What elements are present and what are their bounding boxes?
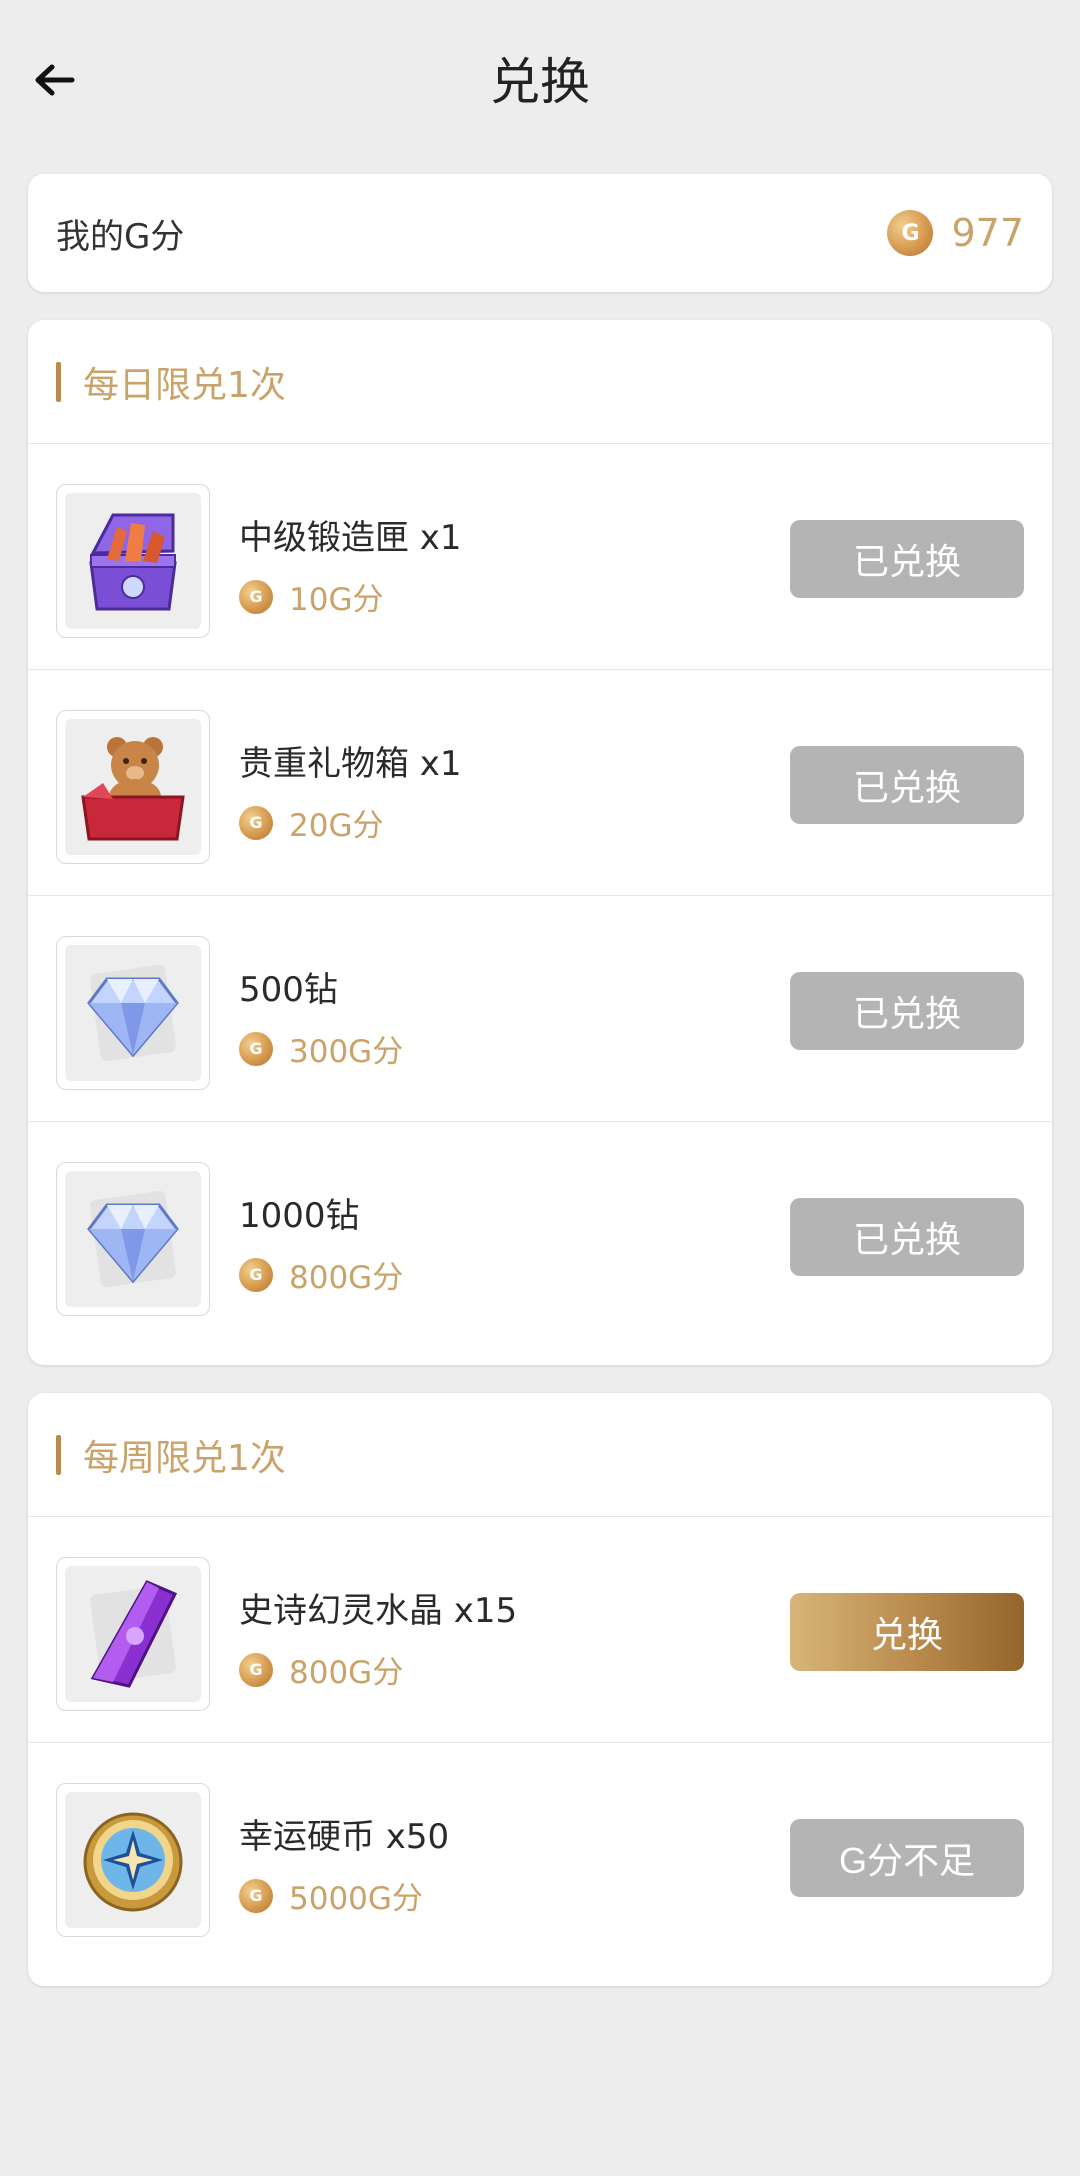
redeemed-button[interactable]: 已兑换 (790, 1198, 1024, 1276)
price-text: 300G分 (289, 1034, 404, 1070)
exchange-page: 兑换 我的G分 G 977 每日限兑1次 中级锻造匣 x1 G 10G分 已兑换… (0, 0, 1080, 2176)
redeemed-button[interactable]: 已兑换 (790, 972, 1024, 1050)
redeemed-button[interactable]: 已兑换 (790, 746, 1024, 824)
item-price: G 300G分 (239, 1026, 403, 1071)
item-price: G 10G分 (239, 574, 383, 619)
item-thumbnail (56, 1783, 210, 1937)
forge-chest-icon (89, 513, 177, 611)
balance-value: 977 (951, 211, 1024, 255)
g-coin-icon: G (239, 1652, 273, 1687)
item-thumbnail (56, 484, 210, 638)
item-name: 中级锻造匣 x1 (239, 518, 462, 558)
g-coin-icon: G (887, 210, 934, 256)
page-title: 兑换 (490, 53, 590, 111)
price-text: 20G分 (289, 808, 384, 844)
weekly-section: 每周限兑1次 史诗幻灵水晶 x15 G 800G分 兑换 幸运硬币 x50 G … (28, 1393, 1052, 1986)
section-title: 每日限兑1次 (83, 364, 286, 406)
item-thumbnail (56, 1162, 210, 1316)
item-name: 500钻 (239, 970, 338, 1010)
item-price: G 20G分 (239, 800, 383, 845)
price-text: 800G分 (289, 1260, 404, 1296)
item-thumbnail (56, 1557, 210, 1711)
price-text: 5000G分 (289, 1881, 423, 1917)
header: 兑换 (0, 0, 1080, 165)
item-name: 贵重礼物箱 x1 (239, 744, 462, 784)
list-item: 贵重礼物箱 x1 G 20G分 已兑换 (28, 670, 1052, 896)
section-header: 每周限兑1次 (28, 1393, 1052, 1517)
g-coin-icon: G (239, 579, 273, 614)
item-thumbnail (56, 710, 210, 864)
item-name: 史诗幻灵水晶 x15 (239, 1591, 518, 1631)
item-price: G 800G分 (239, 1647, 403, 1692)
section-accent-bar (56, 361, 61, 402)
g-coin-icon: G (239, 805, 273, 840)
g-coin-icon: G (239, 1257, 273, 1292)
balance-card: 我的G分 G 977 (28, 174, 1052, 292)
list-item: 1000钻 G 800G分 已兑换 (28, 1122, 1052, 1348)
g-coin-icon: G (239, 1878, 273, 1913)
list-item: 史诗幻灵水晶 x15 G 800G分 兑换 (28, 1517, 1052, 1743)
g-coin-icon: G (239, 1031, 273, 1066)
diamond-icon (87, 964, 179, 1062)
section-header: 每日限兑1次 (28, 320, 1052, 444)
item-price: G 800G分 (239, 1252, 403, 1297)
purple-crystal-icon (90, 1580, 178, 1688)
daily-section: 每日限兑1次 中级锻造匣 x1 G 10G分 已兑换 贵重礼物箱 x1 G 20… (28, 320, 1052, 1365)
item-price: G 5000G分 (239, 1873, 423, 1918)
lucky-coin-icon (83, 1812, 183, 1912)
redeem-button[interactable]: 兑换 (790, 1593, 1024, 1671)
list-item: 500钻 G 300G分 已兑换 (28, 896, 1052, 1122)
item-name: 1000钻 (239, 1196, 360, 1236)
price-text: 800G分 (289, 1655, 404, 1691)
list-item: 幸运硬币 x50 G 5000G分 G分不足 (28, 1743, 1052, 1969)
diamond-icon (87, 1190, 179, 1288)
item-thumbnail (56, 936, 210, 1090)
teddy-gift-box-icon (81, 737, 185, 841)
redeemed-button[interactable]: 已兑换 (790, 520, 1024, 598)
balance-display: G 977 (887, 210, 1024, 256)
item-name: 幸运硬币 x50 (239, 1817, 450, 1857)
section-accent-bar (56, 1434, 61, 1475)
section-title: 每周限兑1次 (83, 1437, 286, 1479)
balance-label: 我的G分 (56, 216, 185, 257)
insufficient-points-button[interactable]: G分不足 (790, 1819, 1024, 1897)
list-item: 中级锻造匣 x1 G 10G分 已兑换 (28, 444, 1052, 670)
price-text: 10G分 (289, 582, 384, 618)
